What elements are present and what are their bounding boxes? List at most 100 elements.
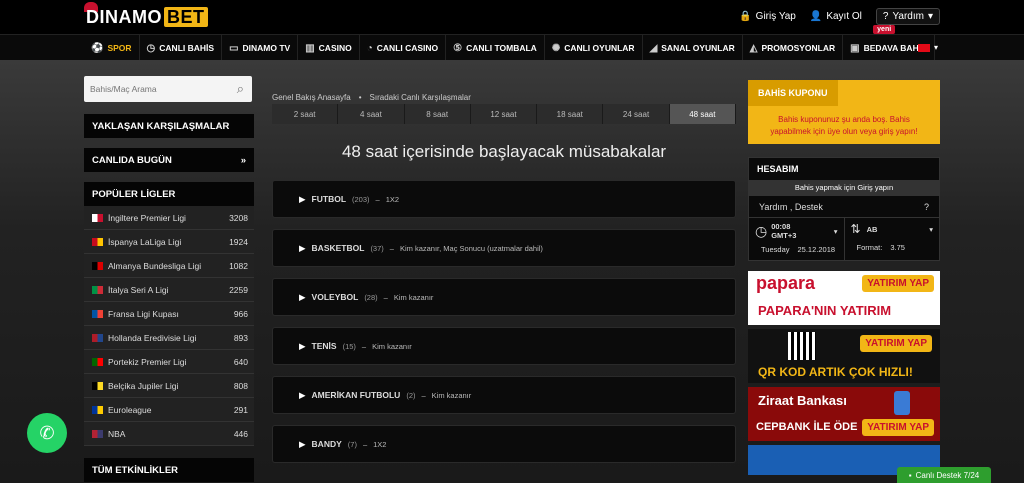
user-icon: 👤 (809, 11, 823, 22)
qr-code-banner[interactable]: YATIRIM YAP QR KOD ARTIK ÇOK HIZLI! (748, 329, 940, 383)
qr-code-icon (788, 332, 816, 360)
tab-6[interactable]: 48 saat (669, 104, 736, 124)
expand-arrow-icon: ▶ (299, 242, 306, 253)
help-dropdown[interactable]: ? Yardım ▾ (875, 8, 940, 25)
chat-icon: ▪ (908, 470, 912, 480)
league-item[interactable]: İtalya Seri A Ligi 2259 (84, 278, 254, 302)
coupon-title: BAHİS KUPONU (748, 80, 838, 106)
league-item[interactable]: Hollanda Eredivisie Ligi 893 (84, 326, 254, 350)
sport-row[interactable]: ▶ BANDY (7) –1X2 (272, 425, 736, 463)
whatsapp-icon: ✆ (39, 422, 55, 443)
main-nav: ⚽ SPOR ◷ CANLI BAHİS ▭ DINAMO TV ▥ CASINO ◔ CANLI… (0, 25, 1024, 61)
top-bar: DINAMO BET 🔒 Giriş Yap 👤 Kayıt Ol ? Yardım ▾ (0, 0, 1024, 34)
league-item[interactable]: Euroleague 291 (84, 398, 254, 422)
breadcrumb-home[interactable]: Genel Bakış Anasayfa (272, 93, 351, 102)
breadcrumb: Genel Bakış Anasayfa • Sıradaki Canlı Ka… (272, 92, 471, 102)
nav-item-7[interactable]: ◢ SANAL OYUNLAR (643, 35, 743, 61)
expand-arrow-icon: ▶ (299, 340, 306, 351)
sport-list: ▶ FUTBOL (203) –1X2 ▶ BASKETBOL (37) – Kim kazan… (272, 180, 736, 463)
tab-1[interactable]: 4 saat (338, 104, 405, 124)
double-chevron-right-icon: » (240, 154, 246, 166)
league-item[interactable]: İngiltere Premier Ligi 3208 (84, 206, 254, 230)
logo[interactable]: DINAMO BET (86, 7, 208, 28)
country-flag-icon (92, 405, 103, 414)
register-link[interactable]: 👤 Kayıt Ol (810, 11, 862, 22)
turkey-flag-icon (917, 43, 930, 52)
odds-arrows-icon: ⇅ (850, 222, 861, 236)
nav-icon: ◭ (749, 42, 758, 54)
country-flag-icon (92, 333, 103, 342)
tab-3[interactable]: 12 saat (470, 104, 538, 124)
nav-item-4[interactable]: ◔ CANLI CASINO (360, 35, 447, 61)
nav-item-5[interactable]: ⑤ CANLI TOMBALA (446, 35, 545, 61)
search-icon[interactable]: ⌕ (237, 81, 244, 97)
nav-item-0[interactable]: ⚽ SPOR (84, 35, 140, 61)
tab-0[interactable]: 2 saat (272, 104, 339, 124)
country-flag-icon (92, 285, 103, 294)
all-events-panel[interactable]: TÜM ETKİNLİKLER (84, 458, 254, 482)
nav-item-2[interactable]: ▭ DINAMO TV (222, 35, 299, 61)
phone-icon (894, 391, 910, 415)
country-flag-icon (92, 429, 103, 438)
league-item[interactable]: İspanya LaLiga Ligi 1924 (84, 230, 254, 254)
bet-coupon: BAHİS KUPONU Bahis kuponunuz şu anda boş… (748, 80, 940, 144)
league-list: İngiltere Premier Ligi 3208 İspanya LaLiga… (84, 206, 254, 446)
chevron-down-icon: ▾ (927, 11, 933, 22)
odds-format-selector[interactable]: ⇅ AB ▾ Format: 3.75 (843, 218, 940, 260)
account-title: HESABIM (757, 164, 799, 174)
search-input[interactable] (84, 76, 224, 102)
live-support-button[interactable]: ▪ Canlı Destek 7/24 (897, 467, 991, 483)
ziraat-banner[interactable]: Ziraat Bankası CEPBANK İLE ÖDE YATIRIM Y… (748, 387, 940, 441)
account-panel: HESABIM Bahis yapmak için Giriş yapın Ya… (748, 157, 940, 261)
page-title: 48 saat içerisinde başlayacak müsabakala… (341, 142, 667, 161)
breadcrumb-current: Sıradaki Canlı Karşılaşmalar (369, 92, 471, 102)
nav-icon: ▭ (229, 42, 239, 54)
sport-row[interactable]: ▶ BASKETBOL (37) – Kim kazanır, Maç Sonucu (… (272, 229, 736, 267)
caret-down-icon: ▾ (833, 226, 838, 236)
sport-row[interactable]: ▶ VOLEYBOL (28) – Kim kazanır (272, 278, 736, 316)
help-support-row[interactable]: Yardım , Destek ? (749, 196, 939, 218)
league-item[interactable]: NBA 446 (84, 422, 254, 446)
chevron-down-icon: ▾ (933, 43, 938, 52)
expand-arrow-icon: ▶ (299, 438, 306, 449)
league-item[interactable]: Belçika Jupiler Ligi 808 (84, 374, 254, 398)
league-item[interactable]: Fransa Ligi Kupası 966 (84, 302, 254, 326)
country-flag-icon (92, 357, 103, 366)
nav-item-6[interactable]: ✺ CANLI OYUNLAR (545, 35, 643, 61)
time-zone-selector[interactable]: ◷ 00:08 GMT+3 ▾ Tuesday 25.12.2018 (749, 218, 844, 260)
tab-4[interactable]: 18 saat (537, 104, 604, 124)
clock-icon: ◷ (755, 222, 768, 239)
nav-icon: ▣ (850, 42, 860, 54)
sport-row[interactable]: ▶ AMERİKAN FUTBOLU (2) – Kim kazanır (272, 376, 736, 414)
nav-item-3[interactable]: ▥ CASINO (298, 35, 360, 61)
tab-5[interactable]: 24 saat (603, 104, 670, 124)
papara-banner[interactable]: papara YATIRIM YAP PAPARA'NIN YATIRIM (748, 271, 940, 325)
country-flag-icon (92, 237, 103, 246)
whatsapp-button[interactable]: ✆ (27, 413, 67, 453)
country-flag-icon (92, 213, 103, 222)
sport-row[interactable]: ▶ TENİS (15) – Kim kazanır (272, 327, 736, 365)
caret-down-icon: ▾ (929, 224, 933, 234)
country-flag-icon (92, 261, 103, 270)
upcoming-matches-panel[interactable]: YAKLAŞAN KARŞILAŞMALAR (84, 114, 254, 138)
nav-icon: ◔ (366, 42, 373, 54)
nav-item-8[interactable]: ◭ PROMOSYONLAR (743, 35, 844, 61)
coupon-empty-text: Bahis kuponunuz şu anda boş. Bahis yapab… (770, 115, 918, 136)
nav-icon: ⚽ (91, 42, 104, 54)
expand-arrow-icon: ▶ (299, 389, 306, 400)
question-icon: ? (923, 201, 929, 212)
tab-2[interactable]: 8 saat (404, 104, 471, 124)
popular-leagues-header: POPÜLER LİGLER (84, 182, 254, 206)
language-selector[interactable]: ▾ (917, 43, 938, 52)
nav-icon: ◢ (649, 42, 658, 54)
left-sidebar: ⌕ YAKLAŞAN KARŞILAŞMALAR CANLIDA BUGÜN» … (84, 76, 254, 483)
league-item[interactable]: Portekiz Premier Ligi 640 (84, 350, 254, 374)
sport-row[interactable]: ▶ FUTBOL (203) –1X2 (272, 180, 736, 218)
league-item[interactable]: Almanya Bundesliga Ligi 1082 (84, 254, 254, 278)
question-icon: ? (882, 11, 889, 22)
account-login-link[interactable]: Bahis yapmak için Giriş yapın (749, 180, 939, 196)
login-link[interactable]: 🔒 Giriş Yap (739, 11, 796, 22)
time-tabs: 2 saat 4 saat 8 saat 12 saat 18 saat 24 saat 4… (272, 104, 736, 124)
nav-item-1[interactable]: ◷ CANLI BAHİS (140, 35, 223, 61)
live-today-panel[interactable]: CANLIDA BUGÜN» (84, 148, 254, 172)
